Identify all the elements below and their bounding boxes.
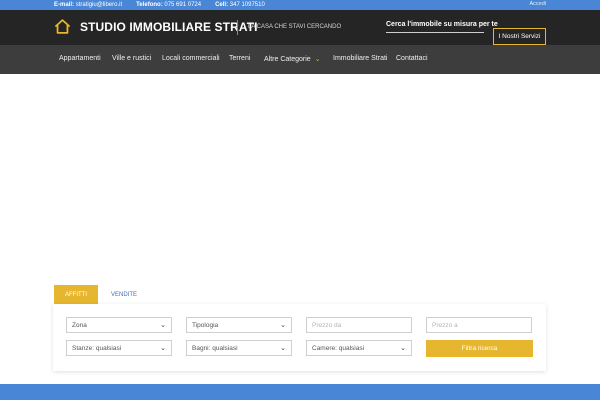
login-link[interactable]: Accedi <box>529 1 546 7</box>
tipologia-select-label: Tipologia <box>192 321 219 329</box>
chevron-down-icon: ⌄ <box>400 345 406 352</box>
nav-item-immobiliare-strati[interactable]: Immobiliare Strati <box>333 55 387 62</box>
email-info[interactable]: E-mail: stratigiu@libero.it <box>54 2 122 8</box>
camere-select[interactable]: Camere: qualsiasi ⌄ <box>306 340 412 356</box>
search-property-link[interactable]: Cerca l'immobile su misura per te <box>386 21 498 28</box>
prezzo-a-input[interactable]: Prezzo a <box>426 317 532 333</box>
tipologia-select[interactable]: Tipologia ⌄ <box>186 317 292 333</box>
search-panel <box>53 304 546 371</box>
nav-item-altre-categorie-label: Altre Categorie <box>264 56 311 63</box>
services-button[interactable]: I Nostri Servizi <box>493 28 546 45</box>
site-tagline: LA CASA CHE STAVI CERCANDO <box>248 24 342 30</box>
zona-select-label: Zona <box>72 321 87 329</box>
site-brand[interactable]: STUDIO IMMOBILIARE STRATI <box>80 20 258 34</box>
main-nav: Appartamenti Ville e rustici Locali comm… <box>0 45 600 74</box>
nav-item-ville-e-rustici[interactable]: Ville e rustici <box>112 55 151 62</box>
camere-select-label: Camere: qualsiasi <box>312 344 365 352</box>
stanze-select[interactable]: Stanze: qualsiasi ⌄ <box>66 340 172 356</box>
phone-info[interactable]: Telefono: 075 691 0724 <box>136 2 201 8</box>
chevron-down-icon: ⌄ <box>160 345 166 352</box>
chevron-down-icon: ⌄ <box>314 56 321 63</box>
hero-area <box>0 74 600 280</box>
bottom-section-strip <box>0 384 600 400</box>
bagni-select[interactable]: Bagni: qualsiasi ⌄ <box>186 340 292 356</box>
nav-item-locali-commerciali[interactable]: Locali commerciali <box>162 55 220 62</box>
cell-info[interactable]: Cell: 347 1097510 <box>215 2 265 8</box>
nav-item-appartamenti[interactable]: Appartamenti <box>59 55 101 62</box>
nav-item-altre-categorie[interactable]: Altre Categorie ⌄ <box>264 55 321 63</box>
prezzo-da-input[interactable]: Prezzo da <box>306 317 412 333</box>
stanze-select-label: Stanze: qualsiasi <box>72 344 122 352</box>
zona-select[interactable]: Zona ⌄ <box>66 317 172 333</box>
tab-vendite[interactable]: VENDITE <box>102 285 146 304</box>
chevron-down-icon: ⌄ <box>160 322 166 329</box>
nav-item-terreni[interactable]: Terreni <box>229 55 250 62</box>
bagni-select-label: Bagni: qualsiasi <box>192 344 238 352</box>
nav-item-contattaci[interactable]: Contattaci <box>396 55 428 62</box>
house-outline-icon[interactable] <box>54 18 71 35</box>
top-contact-bar: E-mail: stratigiu@libero.it Telefono: 07… <box>0 0 600 10</box>
site-header: STUDIO IMMOBILIARE STRATI LA CASA CHE ST… <box>0 10 600 45</box>
chevron-down-icon: ⌄ <box>280 345 286 352</box>
search-link-underline <box>386 32 484 33</box>
chevron-down-icon: ⌄ <box>280 322 286 329</box>
tab-affitti[interactable]: AFFITTI <box>54 285 98 304</box>
filter-search-button[interactable]: Filtra ricerca <box>426 340 533 357</box>
brand-divider <box>237 20 238 35</box>
